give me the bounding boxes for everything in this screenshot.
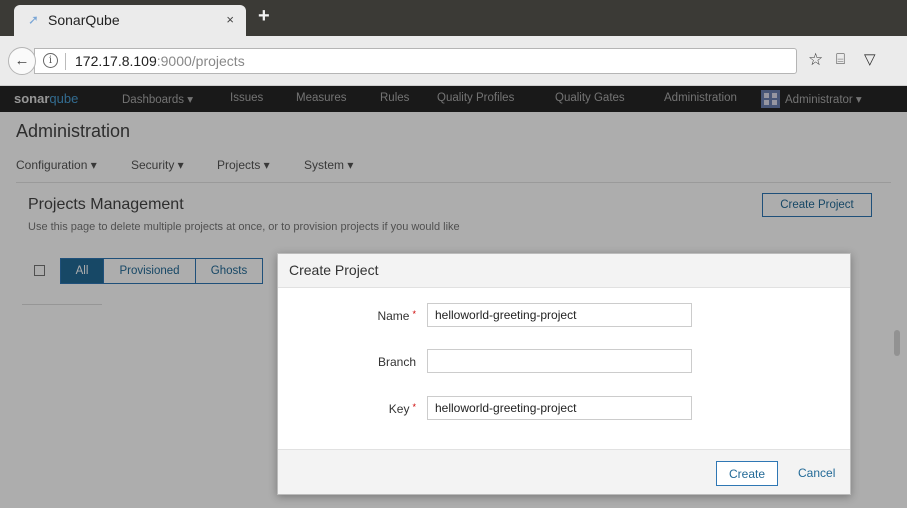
new-tab-button[interactable]: + [258, 6, 270, 26]
tab-title: SonarQube [48, 12, 120, 28]
branch-label: Branch [377, 355, 416, 369]
modal-title: Create Project [289, 262, 379, 278]
url-separator [65, 53, 66, 70]
browser-tab-strip: ➚ SonarQube × + [0, 0, 907, 36]
name-input[interactable] [427, 303, 692, 327]
key-input[interactable] [427, 396, 692, 420]
key-label: Key * [388, 402, 416, 416]
branch-input[interactable] [427, 349, 692, 373]
required-marker: * [412, 309, 416, 319]
required-marker: * [412, 402, 416, 412]
name-label: Name * [377, 309, 416, 323]
browser-navbar: i 172.17.8.109:9000/projects ← ☆ ⌸ ▽ [0, 36, 907, 86]
url-text: 172.17.8.109:9000/projects [75, 53, 245, 69]
create-button[interactable]: Create [716, 461, 778, 486]
cancel-link[interactable]: Cancel [798, 466, 835, 480]
create-project-modal: Create Project Name* Branch Key* Create … [277, 253, 851, 495]
reading-list-icon[interactable]: ⌸ [836, 50, 845, 70]
tab-close-icon[interactable]: × [226, 12, 234, 27]
bookmark-star-icon[interactable]: ☆ [808, 50, 823, 70]
pocket-icon[interactable]: ▽ [864, 50, 876, 70]
modal-footer: Create Cancel [278, 449, 850, 494]
back-arrow-icon[interactable]: ← [8, 47, 36, 75]
address-bar[interactable]: i 172.17.8.109:9000/projects [34, 48, 797, 74]
sonarqube-favicon-icon: ➚ [28, 12, 39, 27]
browser-tab[interactable]: ➚ SonarQube × [14, 5, 246, 36]
modal-header: Create Project [278, 254, 850, 288]
page-content: sonarqube Dashboards ▾ Issues Measures R… [0, 86, 907, 508]
site-info-icon[interactable]: i [43, 53, 58, 68]
